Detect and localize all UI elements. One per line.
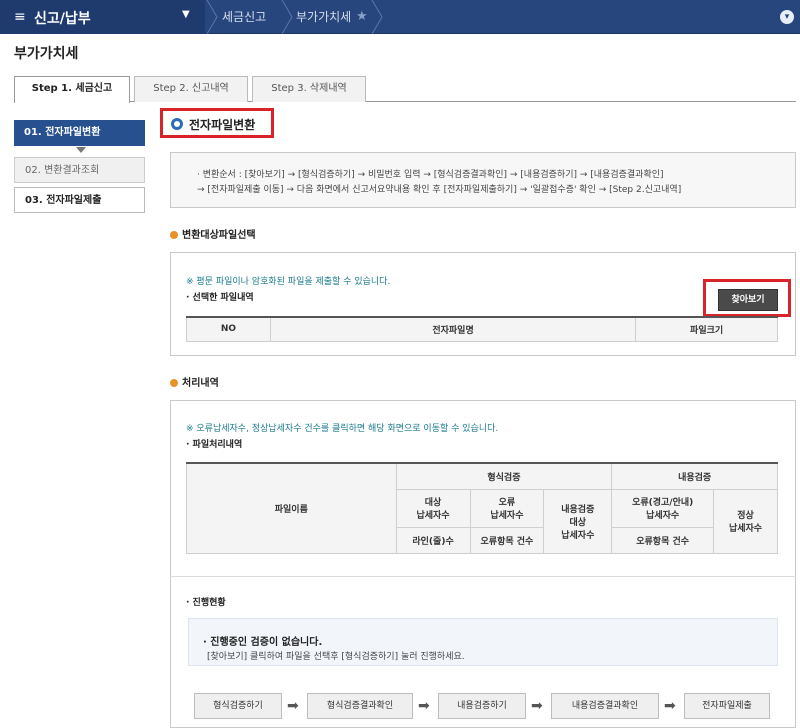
column-header-error-item-count: 오류항목 건수: [469, 526, 545, 554]
top-navigation-bar: ≡ 신고/납부 ▼ 세금신고 부가가치세 ★ ▾: [0, 0, 800, 35]
progress-status-description: [찾아보기] 클릭하여 파일을 선택후 [형식검증하기] 눌러 진행하세요.: [207, 652, 465, 662]
arrow-right-icon: ➡: [664, 698, 676, 714]
breadcrumb-separator-icon: [370, 0, 384, 35]
browse-button-highlight: [703, 279, 791, 317]
column-header-target-taxpayers: 대상 납세자수: [395, 488, 471, 528]
column-header-filename: 전자파일명: [269, 316, 637, 342]
progress-status-box: · 진행중인 검증이 없습니다. [찾아보기] 클릭하여 파일을 선택후 [형식…: [188, 618, 778, 666]
process-heading: 처리내역: [170, 374, 219, 389]
expand-chevron-icon[interactable]: ▾: [780, 10, 794, 24]
column-header-error-taxpayers: 오류 납세자수: [469, 488, 545, 528]
process-box: [170, 400, 796, 728]
arrow-right-icon: ➡: [418, 698, 430, 714]
file-process-label: · 파일처리내역: [186, 440, 243, 450]
conversion-guide-box: · 변환순서 : [찾아보기] → [형식검증하기] → 비밀번호 입력 → […: [170, 152, 796, 208]
file-process-table: 파일이름 형식검증 내용검증 대상 납세자수 오류 납세자수 내용검증 대상 납…: [186, 462, 778, 554]
file-select-note: ※ 평문 파일이나 암호화된 파일을 제출할 수 있습니다.: [186, 277, 391, 287]
column-header-content-error-item-count: 오류항목 건수: [611, 526, 715, 554]
content-check-button[interactable]: 내용검증하기: [438, 693, 526, 719]
guide-line-1: · 변환순서 : [찾아보기] → [형식검증하기] → 비밀번호 입력 → […: [197, 170, 664, 180]
arrow-right-icon: ➡: [531, 698, 543, 714]
column-header-no: NO: [186, 316, 271, 342]
file-submit-button[interactable]: 전자파일제출: [684, 693, 770, 719]
tab-step1-filing[interactable]: Step 1. 세금신고: [14, 76, 130, 103]
file-select-heading: 변환대상파일선택: [170, 226, 256, 241]
selected-file-label: · 선택한 파일내역: [186, 293, 254, 303]
section-divider: [170, 576, 796, 577]
process-heading-text: 처리내역: [182, 378, 219, 389]
progress-label: · 진행현황: [186, 598, 226, 608]
column-header-filename: 파일이름: [186, 462, 397, 554]
sidebar-item-file-submit[interactable]: 03. 전자파일제출: [14, 187, 145, 213]
column-header-content-error-taxpayers: 오류(경고/안내) 납세자수: [611, 488, 715, 528]
section-heading-frame: 전자파일변환: [160, 108, 274, 138]
tab-step3-deleted[interactable]: Step 3. 삭제내역: [252, 76, 366, 102]
page-title: 부가가치세: [14, 46, 79, 62]
breadcrumb-separator-icon: [280, 0, 294, 35]
sidebar-item-conversion-result[interactable]: 02. 변환결과조회: [14, 157, 145, 183]
format-result-button[interactable]: 형식검증결과확인: [307, 693, 413, 719]
column-header-line-count: 라인(줄)수: [395, 526, 471, 554]
column-header-content-target-taxpayers: 내용검증 대상 납세자수: [543, 488, 613, 554]
arrow-right-icon: ➡: [287, 698, 299, 714]
column-group-format-check: 형식검증: [395, 462, 613, 490]
orange-bullet-icon: [170, 379, 178, 387]
caret-down-icon[interactable]: ▼: [182, 9, 190, 20]
section-title: 전자파일변환: [189, 118, 256, 132]
breadcrumb-item-vat[interactable]: 부가가치세: [296, 0, 351, 34]
column-group-content-check: 내용검증: [611, 462, 778, 490]
breadcrumb-separator-icon: [205, 0, 219, 35]
column-header-normal-taxpayers: 정상 납세자수: [713, 488, 778, 554]
guide-line-2: → [전자파일제출 이동] → 다음 화면에서 신고서요약내용 확인 후 [전자…: [197, 185, 682, 195]
sidebar-item-file-conversion[interactable]: 01. 전자파일변환: [14, 120, 145, 146]
file-select-heading-text: 변환대상파일선택: [182, 230, 256, 241]
breadcrumb-item-tax-filing[interactable]: 세금신고: [222, 0, 266, 34]
star-icon[interactable]: ★: [356, 9, 368, 24]
tab-step2-history[interactable]: Step 2. 신고내역: [134, 76, 248, 102]
format-check-button[interactable]: 형식검증하기: [194, 693, 282, 719]
column-header-filesize: 파일크기: [635, 316, 778, 342]
content-result-button[interactable]: 내용검증결과확인: [551, 693, 659, 719]
step-tabs: Step 1. 세금신고 Step 2. 신고내역 Step 3. 삭제내역: [14, 76, 796, 103]
process-note: ※ 오류납세자수, 정상납세자수 건수를 클릭하면 해당 화면으로 이동할 수 …: [186, 424, 499, 434]
hamburger-icon[interactable]: ≡: [14, 9, 30, 25]
selected-file-table: NO 전자파일명 파일크기: [186, 316, 778, 342]
main-menu-selector[interactable]: ≡ 신고/납부 ▼: [0, 0, 205, 34]
orange-bullet-icon: [170, 231, 178, 239]
circle-bullet-icon: [171, 118, 183, 130]
sidebar-arrow-icon: [76, 147, 86, 153]
progress-status-title: · 진행중인 검증이 없습니다.: [203, 637, 323, 648]
menu-title: 신고/납부: [34, 11, 91, 27]
